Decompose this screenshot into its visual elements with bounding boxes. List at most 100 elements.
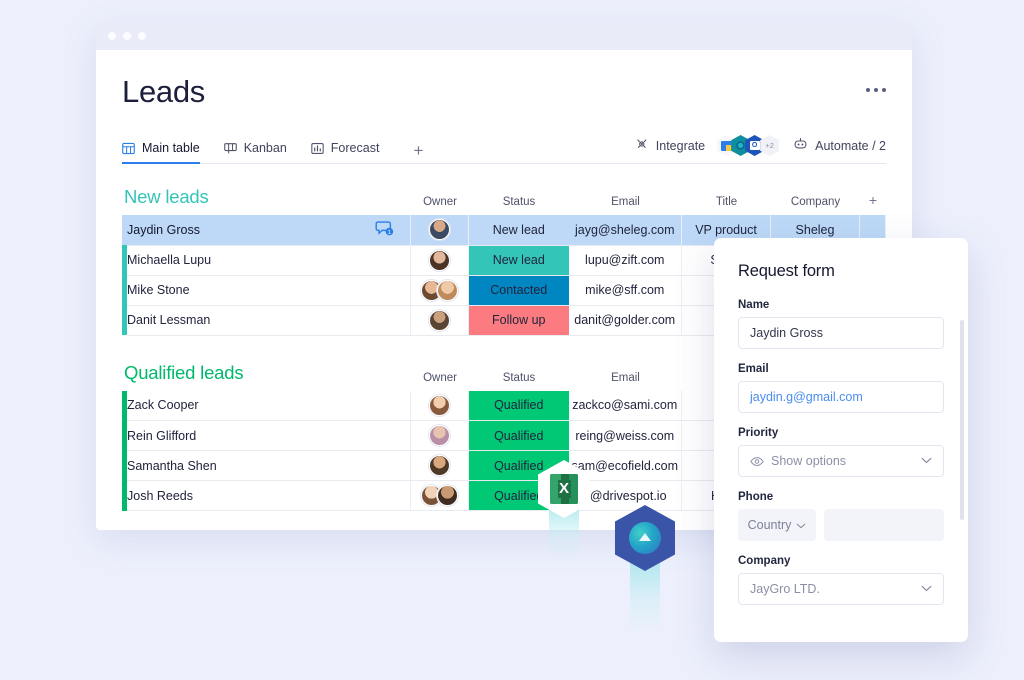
cell-email[interactable]: zackco@sami.com <box>568 390 682 421</box>
avatar <box>429 455 450 476</box>
cell-owner[interactable] <box>410 420 469 451</box>
phone-country-select[interactable]: Country <box>738 509 816 541</box>
column-header-company[interactable]: Company <box>771 196 860 208</box>
cell-owner[interactable] <box>410 450 469 481</box>
window-dot-minimize[interactable] <box>123 32 131 40</box>
field-company: Company JayGro LTD. <box>738 555 944 605</box>
cell-status[interactable]: Follow up <box>468 305 569 336</box>
cell-status[interactable]: Qualified <box>468 390 569 421</box>
integrate-button[interactable]: Integrate <box>635 137 705 154</box>
group-title: New leads <box>124 186 209 207</box>
cell-status[interactable]: New lead <box>468 215 569 246</box>
lead-name: Jaydin Gross <box>127 222 200 237</box>
cell-owner[interactable] <box>410 275 469 306</box>
screen: Leads Main table Kanban Forecast + Integ… <box>0 0 1024 680</box>
phone-row: Country <box>738 509 944 541</box>
tab-kanban[interactable]: Kanban <box>223 141 287 164</box>
lead-name: Danit Lessman <box>127 313 211 327</box>
board-toolbar: Integrate O +2 Automate / 2 <box>635 135 886 156</box>
view-tabs: Main table Kanban Forecast + <box>122 141 423 164</box>
column-header-status[interactable]: Status <box>469 372 569 384</box>
column-header-email[interactable]: Email <box>569 372 682 384</box>
chevron-down-icon <box>921 584 932 595</box>
priority-select-value: Show options <box>771 454 847 468</box>
company-select-value: JayGro LTD. <box>750 582 820 596</box>
avatar <box>429 425 450 446</box>
form-title: Request form <box>738 262 835 280</box>
integrate-icon <box>635 137 649 154</box>
avatar <box>436 485 458 506</box>
cell-owner[interactable] <box>410 215 469 246</box>
cell-status[interactable]: Contacted <box>468 275 569 306</box>
cell-owner[interactable] <box>410 305 469 336</box>
cell-email[interactable]: mike@sff.com <box>568 275 682 306</box>
cell-name[interactable]: Samantha Shen <box>127 450 411 481</box>
field-priority: Priority Show options <box>738 427 944 477</box>
tab-label: Forecast <box>330 141 380 155</box>
phone-country-value: Country <box>747 518 792 532</box>
chevron-down-icon <box>796 518 806 532</box>
column-header-owner[interactable]: Owner <box>411 196 469 208</box>
cell-status[interactable]: New lead <box>468 245 569 276</box>
lead-name: Rein Glifford <box>127 428 197 443</box>
cell-email[interactable]: reing@weiss.com <box>568 420 682 451</box>
chart-bar-icon <box>311 142 324 155</box>
cell-name[interactable]: Jaydin Gross 1 <box>127 215 411 246</box>
tab-main-table[interactable]: Main table <box>122 141 200 164</box>
svg-text:1: 1 <box>388 230 391 236</box>
cell-owner[interactable] <box>410 245 469 276</box>
column-header-title[interactable]: Title <box>682 196 771 208</box>
panel-scrollbar[interactable] <box>960 320 964 520</box>
phone-number-input[interactable] <box>824 509 944 541</box>
kebab-dot <box>866 88 870 92</box>
window-dot-close[interactable] <box>108 32 116 40</box>
column-header-email[interactable]: Email <box>569 196 682 208</box>
tab-forecast[interactable]: Forecast <box>311 141 380 164</box>
integration-overflow-count: +2 <box>760 135 780 156</box>
column-header-status[interactable]: Status <box>469 196 569 208</box>
automate-button[interactable]: Automate / 2 <box>793 137 886 154</box>
window-dot-maximize[interactable] <box>138 32 146 40</box>
integration-badges[interactable]: O +2 <box>717 135 780 156</box>
page-title: Leads <box>122 74 205 109</box>
cell-name[interactable]: Danit Lessman <box>127 305 411 336</box>
lead-name: Samantha Shen <box>127 458 217 473</box>
column-header-owner[interactable]: Owner <box>411 372 469 384</box>
priority-select[interactable]: Show options <box>738 445 944 477</box>
kebab-dot <box>882 88 886 92</box>
field-name: Name Jaydin Gross <box>738 299 944 349</box>
company-select[interactable]: JayGro LTD. <box>738 573 944 605</box>
cell-name[interactable]: Josh Reeds <box>127 480 411 511</box>
request-form-panel: Request form Name Jaydin Gross Email jay… <box>714 238 968 642</box>
avatar <box>436 279 458 301</box>
cell-name[interactable]: Zack Cooper <box>127 390 411 421</box>
lead-name: Josh Reeds <box>127 488 194 503</box>
cell-email[interactable]: jayg@sheleg.com <box>568 215 682 246</box>
group-header: New leads Owner Status Email Title Compa… <box>122 182 886 208</box>
field-email: Email jaydin.g@gmail.com <box>738 363 944 413</box>
more-options-button[interactable] <box>866 88 886 92</box>
cell-name[interactable]: Mike Stone <box>127 275 411 306</box>
field-label-phone: Phone <box>738 491 774 503</box>
cell-email[interactable]: danit@golder.com <box>568 305 682 336</box>
email-input[interactable]: jaydin.g@gmail.com <box>738 381 944 413</box>
name-input[interactable]: Jaydin Gross <box>738 317 944 349</box>
lead-name: Zack Cooper <box>127 398 199 413</box>
add-column-button[interactable]: + <box>860 192 886 208</box>
cell-status[interactable]: Qualified <box>468 420 569 451</box>
field-phone: Phone Country <box>738 491 944 541</box>
add-view-button[interactable]: + <box>413 142 423 163</box>
chat-bubble-icon[interactable]: 1 <box>375 220 394 240</box>
avatar <box>429 249 450 271</box>
table-icon <box>122 142 135 155</box>
avatar <box>429 394 450 416</box>
cell-owner[interactable] <box>410 480 469 511</box>
cell-name[interactable]: Michaella Lupu <box>127 245 411 276</box>
cell-name[interactable]: Rein Glifford <box>127 420 411 451</box>
cell-email[interactable]: lupu@zift.com <box>568 245 682 276</box>
avatar <box>429 309 450 331</box>
window-titlebar <box>96 22 912 50</box>
chevron-down-icon <box>921 456 932 467</box>
cell-owner[interactable] <box>410 390 469 421</box>
view-tabbar: Main table Kanban Forecast + Integrate O… <box>122 132 886 164</box>
